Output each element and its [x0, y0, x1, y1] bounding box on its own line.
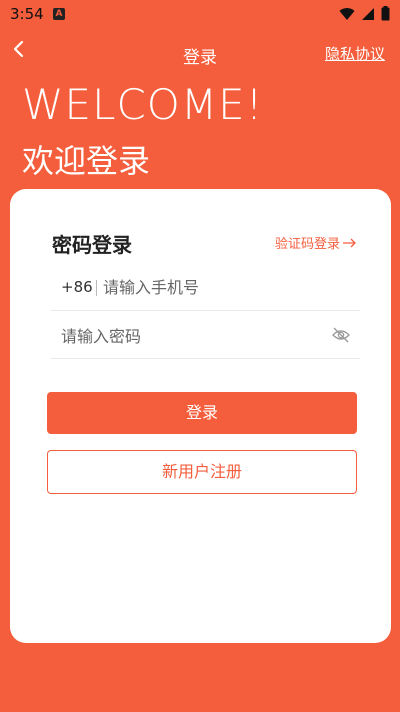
phone-input[interactable]: [103, 271, 353, 303]
sms-login-link[interactable]: 验证码登录: [275, 233, 357, 252]
status-icons: [339, 6, 390, 21]
status-bar: 3:54 A: [0, 0, 400, 28]
wifi-icon: [339, 7, 355, 20]
notification-icon: A: [53, 8, 65, 20]
arrow-right-icon: [343, 238, 356, 247]
signal-icon: [362, 7, 374, 20]
phone-field-row: +86: [51, 263, 360, 311]
privacy-policy-link[interactable]: 隐私协议: [325, 43, 385, 64]
register-button[interactable]: 新用户注册: [47, 450, 357, 494]
welcome-heading: WELCOME!: [22, 80, 264, 129]
navigation-bar: [0, 702, 400, 712]
status-time: 3:54: [10, 5, 44, 23]
sms-login-label: 验证码登录: [274, 237, 340, 252]
battery-icon: [381, 6, 390, 21]
login-button[interactable]: 登录: [47, 392, 357, 434]
password-input[interactable]: [61, 320, 321, 352]
eye-off-icon[interactable]: [332, 327, 350, 343]
divider: [96, 280, 97, 296]
welcome-subheading: 欢迎登录: [22, 142, 151, 180]
country-code[interactable]: +86: [61, 278, 93, 296]
login-mode-title: 密码登录: [52, 233, 132, 257]
login-card: 密码登录 验证码登录 +86 登录 新用户注册: [10, 189, 391, 643]
password-field-row: [51, 311, 360, 359]
